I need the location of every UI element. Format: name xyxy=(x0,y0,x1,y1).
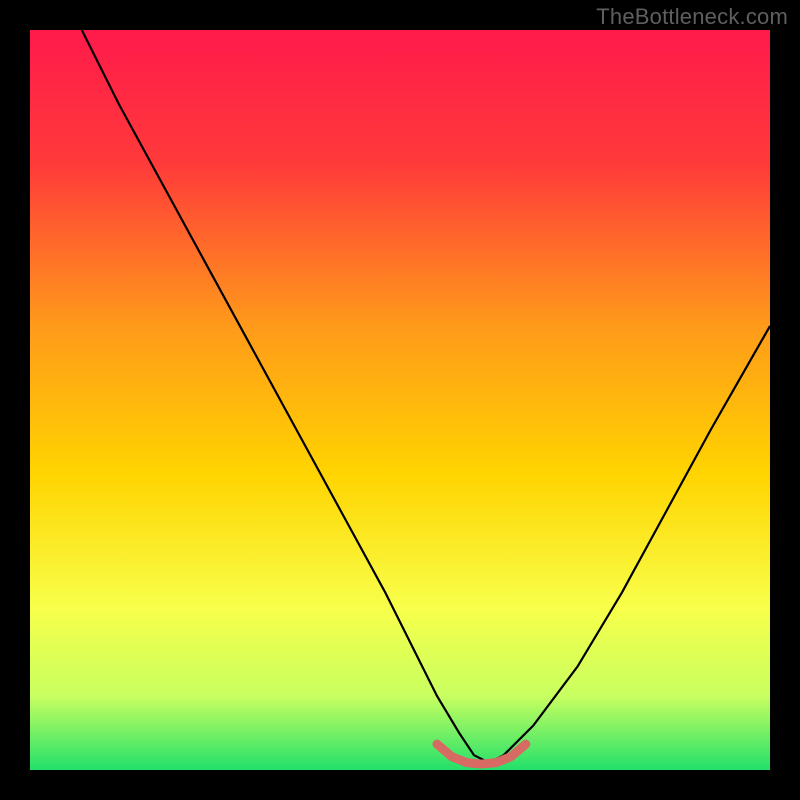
bottleneck-chart xyxy=(30,30,770,770)
chart-frame: TheBottleneck.com xyxy=(0,0,800,800)
watermark-text: TheBottleneck.com xyxy=(596,4,788,30)
plot-area xyxy=(30,30,770,770)
gradient-background xyxy=(30,30,770,770)
